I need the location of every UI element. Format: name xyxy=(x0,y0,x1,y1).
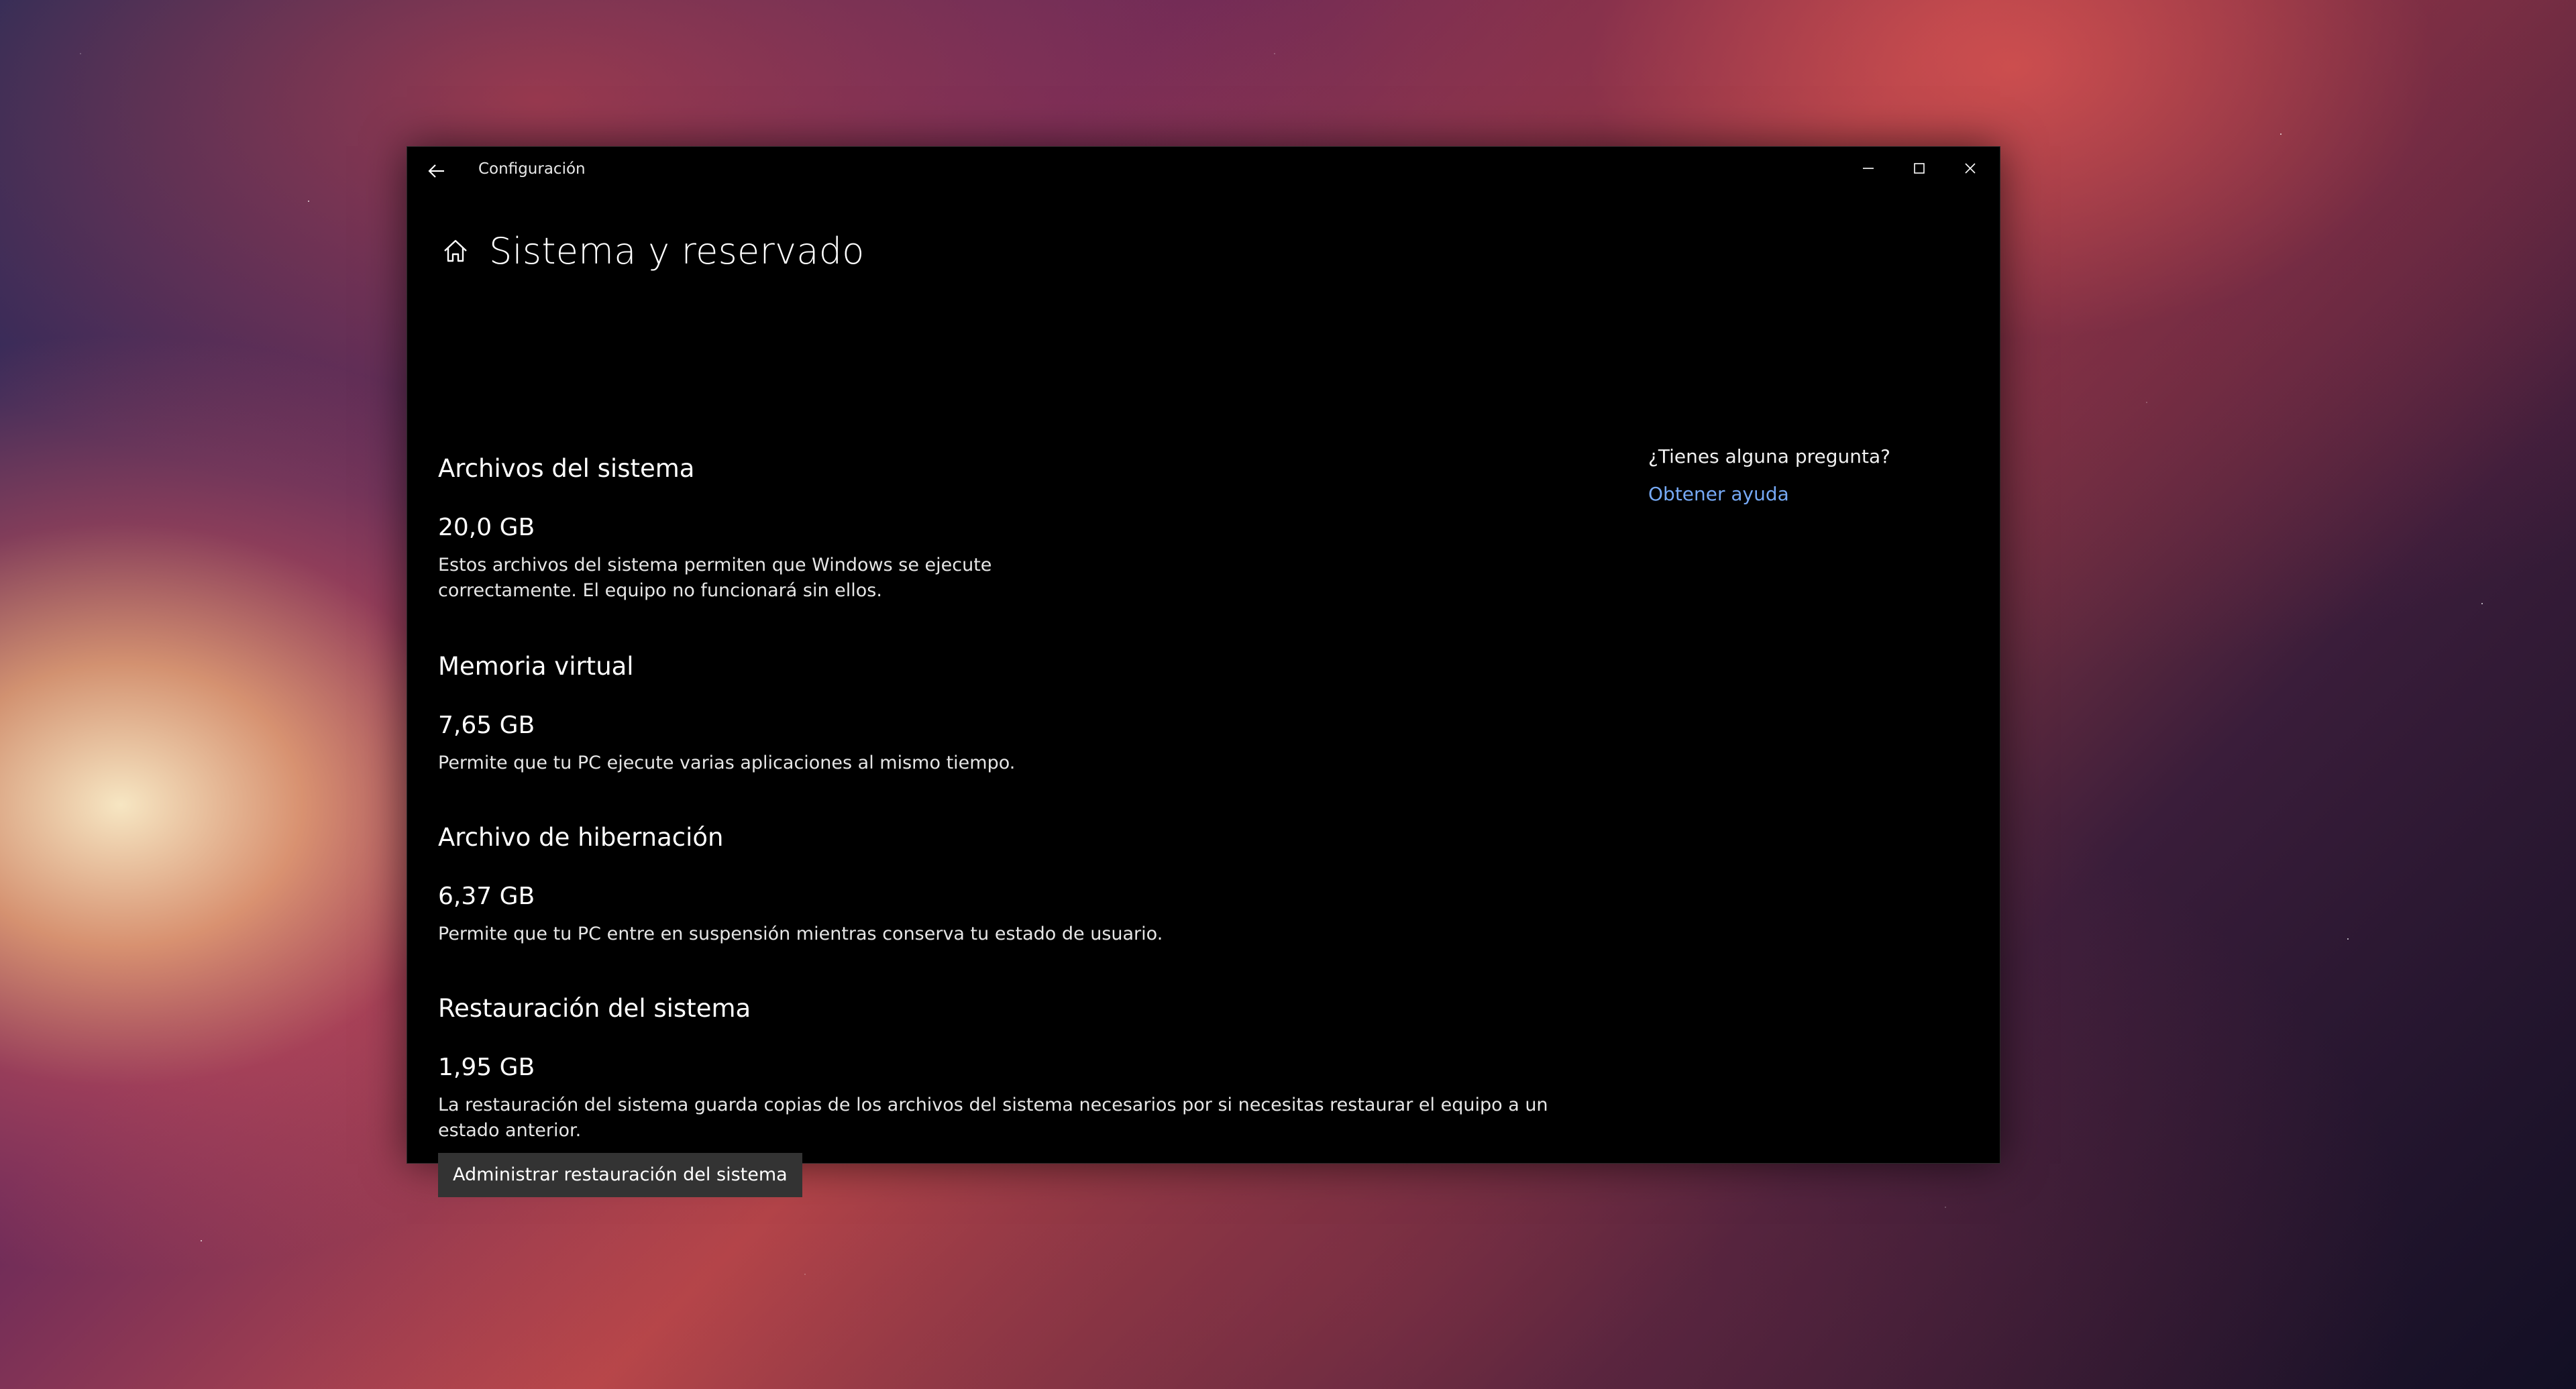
maximize-icon xyxy=(1914,163,1925,174)
manage-system-restore-button[interactable]: Administrar restauración del sistema xyxy=(438,1153,802,1197)
back-button[interactable] xyxy=(422,156,451,186)
section-title: Archivos del sistema xyxy=(438,454,695,483)
section-system-restore: Restauración del sistema 1,95 GB La rest… xyxy=(438,992,1578,1197)
title-bar[interactable]: Configuración xyxy=(407,147,2000,190)
page-header: Sistema y reservado xyxy=(437,221,865,281)
maximize-button[interactable] xyxy=(1898,151,1941,186)
home-icon[interactable] xyxy=(437,232,474,270)
section-title: Memoria virtual xyxy=(438,652,634,681)
section-hibernation-file: Archivo de hibernación 6,37 GB Permite q… xyxy=(438,821,1578,947)
section-virtual-memory: Memoria virtual 7,65 GB Permite que tu P… xyxy=(438,650,1578,776)
window-title: Configuración xyxy=(478,160,586,178)
section-size: 20,0 GB xyxy=(438,514,535,541)
section-system-files: Archivos del sistema 20,0 GB Estos archi… xyxy=(438,452,1578,604)
section-description: Permite que tu PC entre en suspensión mi… xyxy=(438,924,1163,944)
desktop-wallpaper: Configuración Sistema y reservado Archiv… xyxy=(0,0,2576,1389)
section-description: Permite que tu PC ejecute varias aplicac… xyxy=(438,753,1016,773)
help-panel: ¿Tienes alguna pregunta? Obtener ayuda xyxy=(1648,443,1970,508)
section-size: 1,95 GB xyxy=(438,1054,535,1081)
section-description: La restauración del sistema guarda copia… xyxy=(438,1095,1548,1141)
arrow-left-icon xyxy=(428,164,444,178)
section-title: Restauración del sistema xyxy=(438,994,751,1023)
page-title: Sistema y reservado xyxy=(489,229,865,272)
section-description: Estos archivos del sistema permiten que … xyxy=(438,555,992,601)
get-help-link[interactable]: Obtener ayuda xyxy=(1648,481,1970,508)
close-icon xyxy=(1965,163,1976,174)
section-size: 6,37 GB xyxy=(438,883,535,910)
close-button[interactable] xyxy=(1949,151,1992,186)
minimize-button[interactable] xyxy=(1847,151,1890,186)
settings-window: Configuración Sistema y reservado Archiv… xyxy=(407,146,2000,1197)
minimize-icon xyxy=(1863,168,1874,169)
help-question: ¿Tienes alguna pregunta? xyxy=(1648,445,1890,467)
section-title: Archivo de hibernación xyxy=(438,823,724,852)
section-size: 7,65 GB xyxy=(438,712,535,739)
